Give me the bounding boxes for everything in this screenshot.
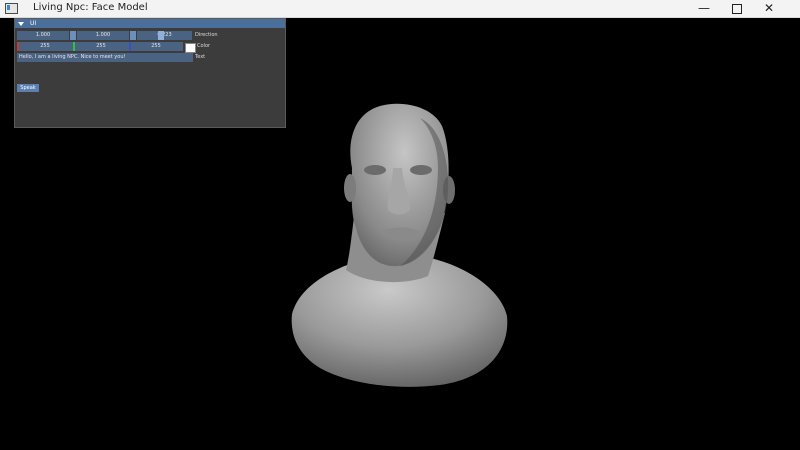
direction-y-field[interactable]: 1.000 xyxy=(77,31,129,40)
direction-x-spinner[interactable] xyxy=(70,31,76,40)
maximize-button[interactable] xyxy=(721,0,753,17)
collapse-icon[interactable] xyxy=(18,21,24,26)
maximize-icon xyxy=(732,4,742,14)
direction-x-field[interactable]: 1.000 xyxy=(17,31,69,40)
color-b-bar xyxy=(129,42,131,51)
direction-z-field[interactable]: 0.223 xyxy=(137,31,192,40)
color-label: Color xyxy=(197,43,211,49)
color-r-field[interactable]: 255 xyxy=(17,42,73,51)
right-eye xyxy=(410,165,432,175)
color-row: 255 255 255 Color xyxy=(17,42,283,53)
window-title: Living Npc: Face Model xyxy=(33,2,148,13)
panel-title: UI xyxy=(30,20,37,27)
color-b-field[interactable]: 255 xyxy=(129,42,183,51)
text-row: Hello, I am a living NPC. Nice to meet y… xyxy=(17,53,283,62)
panel-header[interactable]: UI xyxy=(15,19,285,28)
speak-button[interactable]: Speak xyxy=(17,84,39,92)
direction-row: 1.000 1.000 0.223 Direction xyxy=(17,31,283,40)
close-button[interactable]: ✕ xyxy=(753,0,785,17)
color-g-field[interactable]: 255 xyxy=(73,42,129,51)
ui-panel: UI 1.000 1.000 0.223 Direction 255 255 2… xyxy=(14,18,286,128)
direction-y-spinner[interactable] xyxy=(130,31,136,40)
color-g-bar xyxy=(73,42,75,51)
text-label: Text xyxy=(195,54,206,60)
app-icon xyxy=(5,3,18,14)
color-r-bar xyxy=(17,42,19,51)
direction-label: Direction xyxy=(195,32,218,38)
color-preview[interactable] xyxy=(185,43,196,53)
title-bar: Living Npc: Face Model — ✕ xyxy=(0,0,800,18)
text-field[interactable]: Hello, I am a living NPC. Nice to meet y… xyxy=(17,53,193,62)
direction-z-spinner[interactable] xyxy=(158,31,164,40)
minimize-button[interactable]: — xyxy=(688,0,720,17)
left-eye xyxy=(364,165,386,175)
left-ear xyxy=(344,174,356,202)
